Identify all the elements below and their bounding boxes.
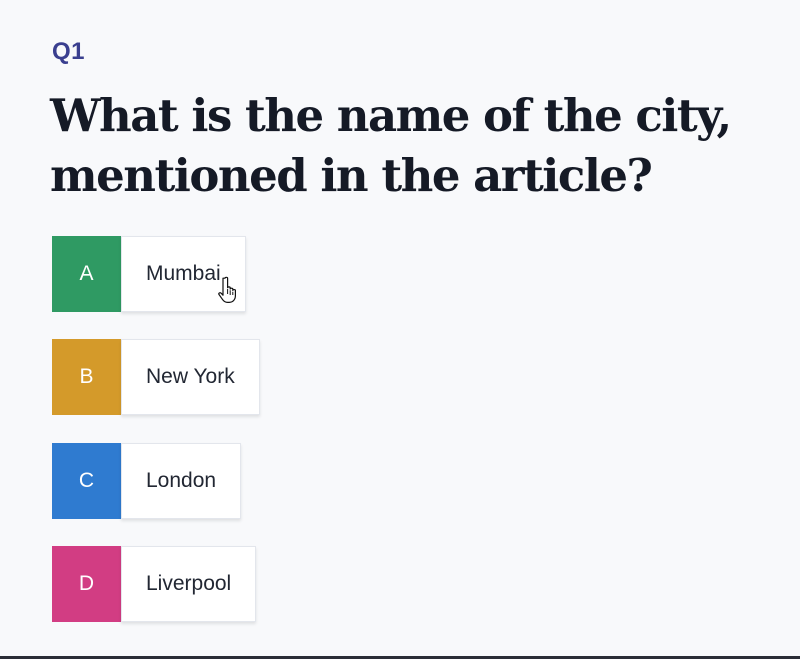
- option-letter-badge: D: [52, 546, 121, 622]
- answer-option-c[interactable]: C London: [52, 443, 242, 519]
- option-label: New York: [121, 339, 260, 415]
- answer-option-b[interactable]: B New York: [52, 339, 260, 415]
- option-label: Liverpool: [121, 546, 257, 622]
- answer-option-d[interactable]: D Liverpool: [52, 546, 257, 622]
- question-number: Q1: [52, 38, 86, 65]
- option-letter-badge: C: [52, 443, 121, 519]
- option-label: London: [121, 443, 242, 519]
- question-title: What is the name of the city, mentioned …: [50, 89, 732, 202]
- hand-pointer-icon: [218, 276, 236, 303]
- quiz-page: Q1 What is the name of the city, mention…: [0, 0, 800, 659]
- option-letter-badge: A: [52, 236, 121, 312]
- option-letter-badge: B: [52, 339, 121, 415]
